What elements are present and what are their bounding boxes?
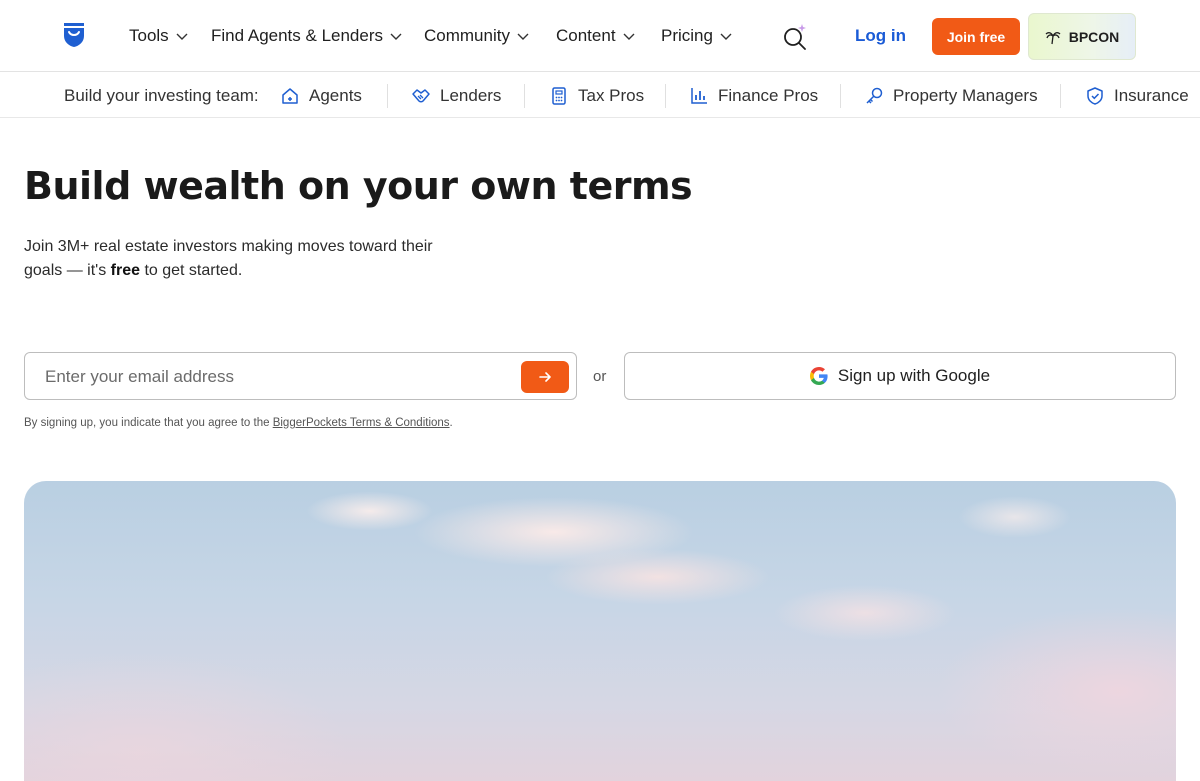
bar-chart-icon	[691, 88, 707, 104]
login-link[interactable]: Log in	[855, 26, 906, 46]
google-signup-button[interactable]: Sign up with Google	[624, 352, 1176, 400]
google-logo-icon	[809, 367, 828, 385]
key-icon	[866, 87, 883, 104]
terms-link[interactable]: BiggerPockets Terms & Conditions	[273, 417, 450, 429]
chevron-down-icon	[623, 33, 635, 40]
divider	[387, 84, 388, 108]
team-item-property-managers[interactable]: Property Managers	[864, 84, 1038, 108]
bpcon-button[interactable]: BPCON	[1028, 13, 1136, 60]
chevron-down-icon	[176, 33, 188, 40]
or-separator: or	[593, 368, 607, 385]
email-signup-box	[24, 352, 577, 400]
nav-content[interactable]: Content	[556, 24, 636, 48]
chevron-down-icon	[517, 33, 529, 40]
team-item-agents[interactable]: Agents	[280, 84, 362, 108]
calculator-icon	[552, 87, 566, 105]
team-item-tax-pros[interactable]: Tax Pros	[549, 84, 644, 108]
divider	[840, 84, 841, 108]
house-icon	[282, 88, 298, 104]
palm-tree-icon	[1045, 31, 1061, 44]
nav-pricing[interactable]: Pricing	[661, 24, 733, 48]
arrow-right-icon	[539, 372, 551, 382]
team-bar-label: Build your investing team:	[64, 86, 259, 105]
chevron-down-icon	[720, 33, 732, 40]
team-item-lenders[interactable]: Lenders	[411, 84, 501, 108]
join-free-button[interactable]: Join free	[932, 18, 1020, 55]
hero-subtitle: Join 3M+ real estate investors making mo…	[24, 238, 433, 279]
team-item-insurance[interactable]: Insurance	[1085, 84, 1189, 108]
chevron-down-icon	[390, 33, 402, 40]
biggerpockets-logo-icon[interactable]	[62, 22, 86, 48]
top-navigation: Tools Find Agents & Lenders Community Co…	[0, 0, 1200, 72]
hero-sky-image	[24, 481, 1176, 781]
nav-tools[interactable]: Tools	[129, 24, 189, 48]
handshake-icon	[412, 89, 430, 103]
team-item-finance-pros[interactable]: Finance Pros	[689, 84, 818, 108]
nav-community[interactable]: Community	[424, 24, 530, 48]
email-submit-button[interactable]	[521, 361, 569, 393]
investing-team-bar: Build your investing team: Agents Lender…	[0, 73, 1200, 118]
divider	[665, 84, 666, 108]
hero-title: Build wealth on your own terms	[24, 164, 693, 208]
nav-find-agents-lenders[interactable]: Find Agents & Lenders	[211, 24, 403, 48]
shield-icon	[1087, 87, 1103, 105]
email-input[interactable]	[43, 365, 513, 389]
divider	[1060, 84, 1061, 108]
divider	[524, 84, 525, 108]
terms-notice: By signing up, you indicate that you agr…	[24, 417, 453, 429]
ai-search-icon[interactable]	[782, 22, 808, 50]
